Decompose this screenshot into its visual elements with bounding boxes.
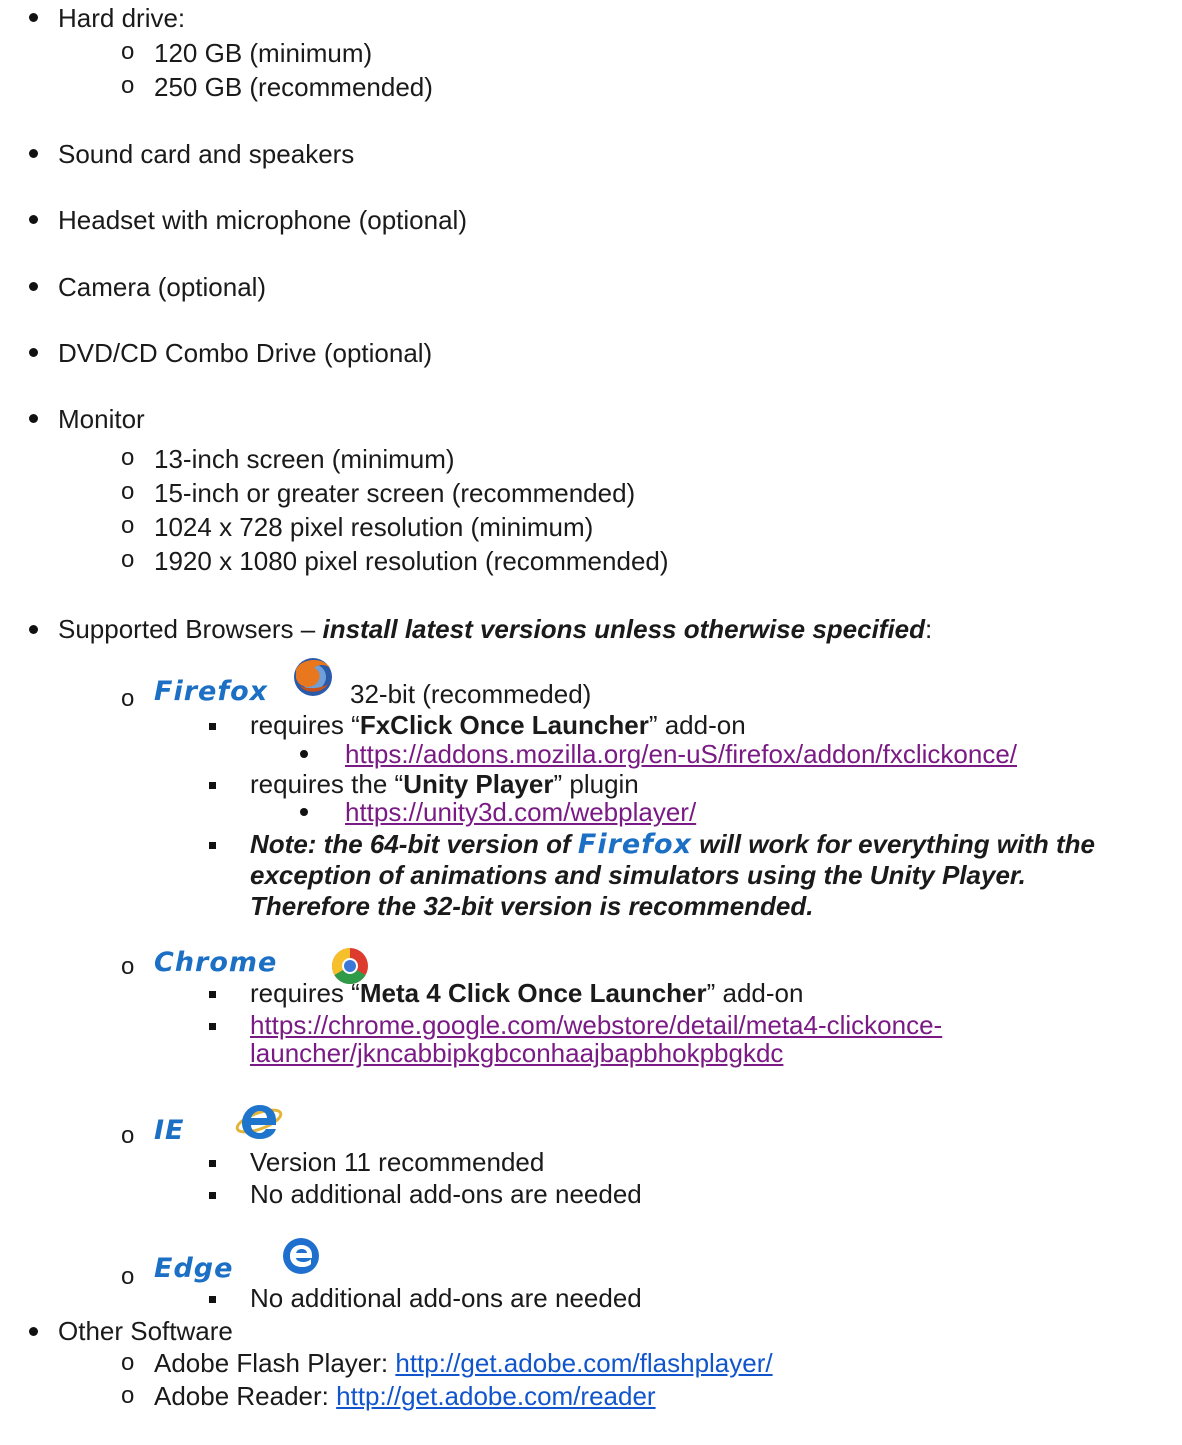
browsers-heading-prefix: Supported Browsers –: [58, 614, 323, 644]
sub-bullet: o: [121, 38, 135, 65]
item-camera: Camera (optional): [58, 272, 267, 302]
sub-bullet: o: [121, 1382, 135, 1409]
flash-label: Adobe Flash Player:: [154, 1348, 389, 1378]
reader-label: Adobe Reader:: [154, 1381, 329, 1411]
chrome-link-line-2[interactable]: launcher/jkncabbipkgbconhaajbapbhokpbgkd…: [250, 1038, 783, 1068]
item-mon-2: 15-inch or greater screen (recommended): [154, 478, 636, 508]
item-mon-1: 13-inch screen (minimum): [154, 444, 455, 474]
browsers-heading: Supported Browsers – install latest vers…: [58, 614, 932, 644]
firefox-icon: [294, 658, 332, 696]
ie-item-1: Version 11 recommended: [250, 1147, 545, 1177]
chrome-req-post: ” add-on: [706, 978, 804, 1008]
sub-bullet: o: [121, 1349, 135, 1376]
firefox-req-1: requires “FxClick Once Launcher” add-on: [250, 710, 746, 740]
reader-row: Adobe Reader: http://get.adobe.com/reade…: [154, 1381, 656, 1411]
flash-link[interactable]: http://get.adobe.com/flashplayer/: [395, 1348, 772, 1378]
chrome-label: Chrome: [154, 947, 278, 978]
browsers-heading-emph: install latest versions unless otherwise…: [322, 614, 926, 644]
item-hard-drive: Hard drive:: [58, 3, 186, 33]
chrome-link-line-1[interactable]: https://chrome.google.com/webstore/detai…: [250, 1010, 942, 1040]
item-mon-3: 1024 x 728 pixel resolution (minimum): [154, 512, 594, 542]
bullet: [300, 808, 308, 816]
sub-bullet: o: [121, 685, 135, 712]
other-software-heading: Other Software: [58, 1316, 233, 1346]
item-mon-4: 1920 x 1080 pixel resolution (recommende…: [154, 546, 669, 576]
bullet-square: [209, 1296, 216, 1303]
firefox-note-brand: Firefox: [577, 829, 692, 860]
firefox-req-1-bold: FxClick Once Launcher: [359, 710, 649, 740]
chrome-req-pre: requires “: [250, 978, 360, 1008]
firefox-req-1-pre: requires “: [250, 710, 360, 740]
item-dvd: DVD/CD Combo Drive (optional): [58, 338, 433, 368]
sub-bullet: o: [121, 953, 135, 980]
sub-bullet: o: [121, 546, 135, 573]
reader-link[interactable]: http://get.adobe.com/reader: [336, 1381, 655, 1411]
ie-icon: [235, 1105, 283, 1139]
sub-bullet: o: [121, 444, 135, 471]
firefox-note-pre: Note: the 64-bit version of: [250, 829, 578, 859]
firefox-note-line-2: exception of animations and simulators u…: [250, 860, 1026, 890]
bullet: [29, 348, 38, 357]
bullet-square: [209, 1160, 216, 1167]
bullet: [300, 750, 308, 758]
bullet-square: [209, 782, 216, 789]
bullet-square: [209, 842, 216, 849]
sub-bullet: o: [121, 1263, 135, 1290]
item-monitor: Monitor: [58, 404, 145, 434]
item-hd-rec: 250 GB (recommended): [154, 72, 433, 102]
firefox-req-2-bold: Unity Player: [403, 769, 554, 799]
bullet: [29, 282, 38, 291]
firefox-req-2: requires the “Unity Player” plugin: [250, 769, 639, 799]
bullet: [29, 1327, 38, 1336]
firefox-label: Firefox: [154, 676, 269, 707]
firefox-note-line-1: Note: the 64-bit version of Firefox will…: [250, 829, 1095, 860]
bullet-square: [209, 1023, 216, 1030]
item-sound: Sound card and speakers: [58, 139, 355, 169]
item-headset: Headset with microphone (optional): [58, 205, 467, 235]
firefox-note-line-3: Therefore the 32-bit version is recommen…: [250, 891, 814, 921]
ie-item-2: No additional add-ons are needed: [250, 1179, 642, 1209]
bullet: [29, 13, 38, 22]
chrome-req-bold: Meta 4 Click Once Launcher: [359, 978, 707, 1008]
bullet: [29, 414, 38, 423]
item-hd-min: 120 GB (minimum): [154, 38, 373, 68]
sub-bullet: o: [121, 1122, 135, 1149]
firefox-desc: 32-bit (recommeded): [350, 679, 592, 709]
ie-label: IE: [154, 1115, 185, 1146]
firefox-req-1-post: ” add-on: [648, 710, 746, 740]
sub-bullet: o: [121, 72, 135, 99]
bullet-square: [209, 991, 216, 998]
flash-row: Adobe Flash Player: http://get.adobe.com…: [154, 1348, 773, 1378]
unity-player-link[interactable]: https://unity3d.com/webplayer/: [345, 797, 696, 827]
edge-icon: [283, 1238, 319, 1274]
firefox-req-2-post: ” plugin: [553, 769, 639, 799]
sub-bullet: o: [121, 512, 135, 539]
browsers-heading-suffix: :: [925, 614, 933, 644]
bullet-square: [209, 723, 216, 730]
firefox-req-2-pre: requires the “: [250, 769, 404, 799]
edge-item-1: No additional add-ons are needed: [250, 1283, 642, 1313]
bullet: [29, 149, 38, 158]
firefox-note-post: will work for everything with the: [691, 829, 1096, 859]
sub-bullet: o: [121, 478, 135, 505]
chrome-req: requires “Meta 4 Click Once Launcher” ad…: [250, 978, 803, 1008]
bullet: [29, 215, 38, 224]
bullet-square: [209, 1192, 216, 1199]
edge-label: Edge: [154, 1253, 234, 1284]
bullet: [29, 625, 38, 634]
firefox-addon-link[interactable]: https://addons.mozilla.org/en-uS/firefox…: [345, 739, 1017, 769]
